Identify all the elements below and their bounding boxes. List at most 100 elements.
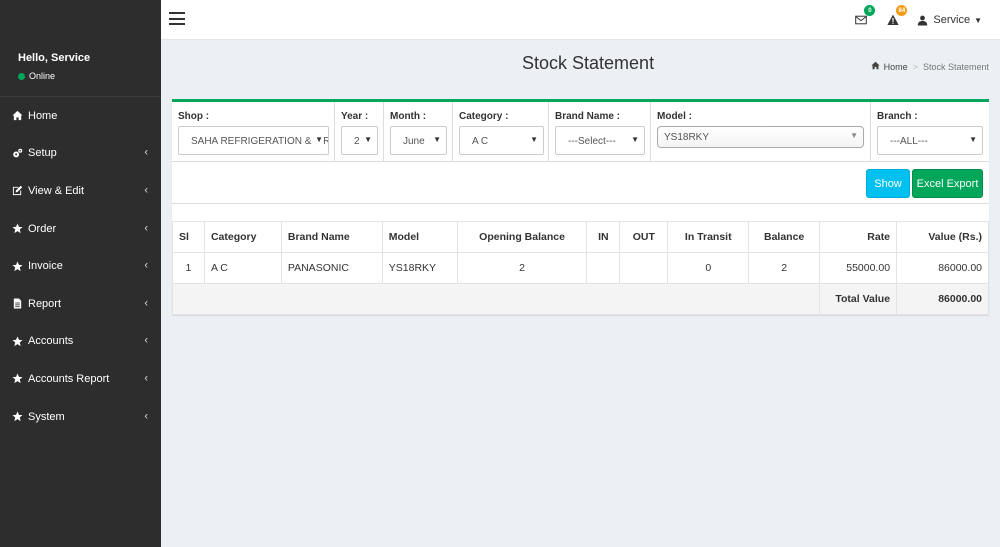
brand-filter: Brand Name : ---Select--- ▼ (549, 102, 651, 162)
user-status-label: Online (29, 71, 56, 81)
dropdown-arrow-icon: ▼ (967, 135, 977, 144)
user-status: Online (18, 71, 161, 81)
category-select-value: A C (472, 136, 489, 147)
online-status-dot-icon (18, 72, 25, 80)
breadcrumb-home-link[interactable]: Home (884, 62, 908, 72)
month-filter: Month : June ▼ (384, 102, 453, 162)
column-header: OUT (619, 221, 669, 253)
breadcrumb-current: Stock Statement (922, 61, 989, 72)
show-button[interactable]: Show (866, 169, 910, 198)
star-icon (11, 411, 23, 423)
shop-select-value: SAHA REFRIGERATION & AIR (191, 136, 329, 147)
home-icon (11, 110, 23, 122)
column-header: Brand Name (280, 221, 383, 253)
alerts-button[interactable]: 84 (883, 5, 908, 30)
sidebar-item-label: Order (28, 222, 57, 235)
stock-statement-panel: Shop : SAHA REFRIGERATION & AIR ▼ Year :… (171, 99, 989, 315)
branch-select[interactable]: ---ALL--- ▼ (877, 126, 983, 155)
shop-label: Shop : (178, 111, 210, 122)
column-header: Balance (748, 221, 821, 253)
envelope-icon (855, 15, 868, 25)
sidebar-item-invoice[interactable]: Invoice ‹ (0, 247, 161, 285)
table-cell: 1 (172, 252, 205, 284)
breadcrumb: Home > Stock Statement (871, 61, 989, 72)
sidebar-item-label: Invoice (28, 260, 63, 273)
sidebar-item-home[interactable]: Home (0, 97, 161, 135)
brand-select[interactable]: ---Select--- ▼ (555, 126, 645, 155)
column-header: Category (203, 221, 282, 253)
user-menu-label: Service (933, 14, 971, 26)
sidebar-menu: Home Setup ‹ View & Edit ‹ Order ‹ Invoi… (0, 97, 161, 435)
table-cell: PANASONIC (280, 252, 383, 284)
sidebar-item-setup[interactable]: Setup ‹ (0, 135, 161, 173)
star-icon (11, 223, 23, 235)
home-icon (871, 61, 884, 72)
top-navbar: 0 84 Service ▼ (161, 0, 1000, 40)
shop-select[interactable]: SAHA REFRIGERATION & AIR ▼ (178, 126, 329, 155)
table-cell (619, 252, 669, 284)
model-select-value: YS18RKY (664, 132, 710, 143)
table-cell: 2 (456, 252, 588, 284)
table-total-row: Total Value 86000.00 (171, 283, 989, 315)
column-header: In Transit (667, 221, 750, 253)
sidebar-item-view-edit[interactable]: View & Edit ‹ (0, 172, 161, 210)
year-label: Year : (341, 111, 369, 122)
user-menu-dropdown[interactable]: Service ▼ (917, 14, 982, 26)
model-select[interactable]: YS18RKY ▼ (657, 126, 864, 148)
category-filter: Category : A C ▼ (453, 102, 549, 162)
action-row: Show Excel Export (172, 162, 989, 204)
sidebar-item-accounts-report[interactable]: Accounts Report ‹ (0, 360, 161, 398)
file-icon (11, 298, 23, 310)
table-row: 1 A C PANASONIC YS18RKY 2 0 2 55000.00 8… (172, 252, 989, 284)
sidebar-item-label: Accounts (28, 335, 74, 348)
sidebar-item-accounts[interactable]: Accounts ‹ (0, 323, 161, 361)
model-label: Model : (657, 111, 692, 122)
star-icon (11, 335, 23, 347)
messages-button[interactable]: 0 (851, 5, 876, 30)
table-cell (586, 252, 621, 284)
month-label: Month : (390, 111, 427, 122)
category-select[interactable]: A C ▼ (459, 126, 544, 155)
page-title: Stock Statement (522, 53, 655, 73)
table-cell (171, 283, 821, 315)
month-select-value: June (403, 136, 425, 147)
chevron-left-icon: ‹ (144, 297, 148, 310)
sidebar-item-label: Setup (28, 147, 57, 160)
model-filter: Model : YS18RKY ▼ (651, 102, 871, 162)
sidebar-item-order[interactable]: Order ‹ (0, 210, 161, 248)
caret-down-icon: ▼ (974, 15, 982, 25)
navbar-right: 0 84 Service ▼ (851, 5, 982, 30)
year-select[interactable]: 2 ▼ (341, 126, 378, 155)
column-header: IN (586, 221, 621, 253)
sidebar-item-label: Home (28, 109, 58, 122)
dropdown-arrow-icon: ▼ (850, 131, 858, 140)
column-header: Sl (172, 221, 205, 253)
stock-table: Sl Category Brand Name Model Opening Bal… (171, 221, 989, 315)
table-cell: 86000.00 (896, 252, 989, 284)
sidebar: Hello, Service Online Home Setup ‹ View … (0, 0, 161, 547)
total-value-amount: 86000.00 (896, 283, 989, 315)
table-header-row: Sl Category Brand Name Model Opening Bal… (172, 221, 989, 253)
star-icon (11, 373, 23, 385)
total-value-label: Total Value (819, 283, 898, 315)
branch-label: Branch : (877, 111, 918, 122)
sidebar-item-label: Report (28, 297, 62, 310)
excel-export-button[interactable]: Excel Export (912, 169, 983, 198)
sidebar-item-system[interactable]: System ‹ (0, 398, 161, 436)
table-cell: YS18RKY (381, 252, 458, 284)
dropdown-arrow-icon: ▼ (313, 135, 323, 144)
chevron-left-icon: ‹ (144, 372, 148, 385)
sidebar-toggle-icon[interactable] (169, 12, 185, 26)
messages-badge: 0 (864, 5, 876, 16)
dropdown-arrow-icon: ▼ (431, 135, 441, 144)
dropdown-arrow-icon: ▼ (629, 135, 639, 144)
sidebar-item-report[interactable]: Report ‹ (0, 285, 161, 323)
chevron-left-icon: ‹ (144, 184, 148, 197)
month-select[interactable]: June ▼ (390, 126, 447, 155)
dropdown-arrow-icon: ▼ (362, 135, 372, 144)
column-header: Rate (819, 221, 898, 253)
category-label: Category : (459, 111, 509, 122)
column-header: Value (Rs.) (896, 221, 989, 253)
breadcrumb-separator: > (912, 61, 918, 72)
alerts-badge: 84 (896, 5, 908, 16)
